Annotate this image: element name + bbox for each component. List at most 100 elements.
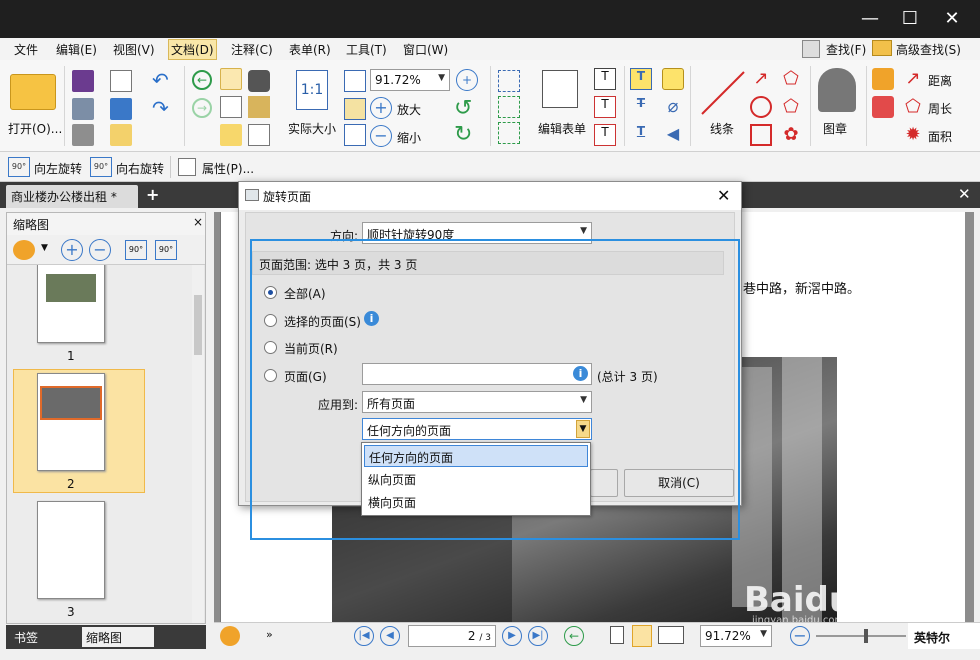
new-tab-icon[interactable]: + <box>146 185 159 204</box>
open-folder-icon[interactable] <box>10 74 56 110</box>
zoom-in-icon[interactable]: + <box>370 97 392 119</box>
annotation-select-icon[interactable] <box>220 124 242 146</box>
tab-bookmarks[interactable]: 书签 <box>8 627 80 647</box>
settings-gear-icon[interactable] <box>220 626 240 646</box>
fit-page-icon[interactable] <box>344 70 366 92</box>
select-text-icon[interactable] <box>220 96 242 118</box>
edit-form-icon[interactable] <box>542 70 578 108</box>
distance-label[interactable]: 距离 <box>928 72 952 89</box>
stamp-icon[interactable] <box>818 68 856 112</box>
next-page-icon[interactable]: ▶ <box>502 626 522 646</box>
rectangle-icon[interactable] <box>750 124 772 146</box>
polygon-icon[interactable]: ⬠ <box>780 96 802 118</box>
tab-document[interactable]: 商业楼办公楼出租 * <box>6 185 138 208</box>
line-icon[interactable] <box>700 70 746 116</box>
zoom-slider[interactable] <box>816 635 906 637</box>
thumbnail-page-1[interactable] <box>37 265 105 343</box>
paste-icon[interactable] <box>248 96 270 118</box>
advanced-find-button[interactable]: 高级查找(S) <box>896 41 961 58</box>
area-label[interactable]: 面积 <box>928 128 952 145</box>
line-label[interactable]: 线条 <box>710 120 734 137</box>
tab-thumbnails[interactable]: 缩略图 <box>82 627 154 647</box>
rotate-left-button[interactable]: 向左旋转 <box>34 160 82 177</box>
rotate-left-icon[interactable]: 90° <box>8 157 30 177</box>
menu-edit[interactable]: 编辑(E) <box>56 41 97 58</box>
eraser-icon[interactable] <box>872 96 894 118</box>
menu-document[interactable]: 文档(D) <box>168 39 217 60</box>
rotate-right-button[interactable]: 向右旋转 <box>116 160 164 177</box>
zoom-in-label[interactable]: 放大 <box>397 101 421 118</box>
chevron-down-icon[interactable]: ▼ <box>41 243 48 253</box>
single-page-icon[interactable] <box>610 626 624 644</box>
highlight-text-icon[interactable]: T <box>630 68 652 90</box>
zoom-magnifier-icon[interactable]: + <box>456 69 478 91</box>
strikeout-icon[interactable]: T <box>630 96 652 118</box>
pencil-icon[interactable] <box>872 68 894 90</box>
menu-tools[interactable]: 工具(T) <box>346 41 387 58</box>
rotate-ccw-icon[interactable]: ↺ <box>454 96 472 121</box>
minimize-button[interactable]: — <box>850 6 890 32</box>
thumbnail-scrollbar[interactable] <box>192 265 204 623</box>
underline-icon[interactable]: T <box>630 124 652 146</box>
thumbnail-page-2[interactable] <box>37 373 105 471</box>
double-chevron-icon[interactable]: » <box>266 628 273 641</box>
page-input[interactable]: 2 / 3 <box>408 625 496 647</box>
gear-icon[interactable] <box>13 240 35 260</box>
zoom-out-icon[interactable]: − <box>370 125 392 147</box>
scan-icon[interactable] <box>110 98 132 120</box>
menu-window[interactable]: 窗口(W) <box>403 41 448 58</box>
scrollbar-thumb[interactable] <box>194 295 202 355</box>
hand-tool-icon[interactable] <box>220 68 242 90</box>
page-icon[interactable] <box>248 124 270 146</box>
text-box-icon[interactable] <box>498 70 520 92</box>
back-icon[interactable]: ← <box>564 626 584 646</box>
properties-button[interactable]: 属性(P)... <box>202 160 254 177</box>
perimeter-label[interactable]: 周长 <box>928 100 952 117</box>
find-button[interactable]: 查找(F) <box>826 41 866 58</box>
thumb-zoom-out-icon[interactable]: − <box>89 239 111 261</box>
fit-width-icon[interactable] <box>344 98 366 120</box>
export-icon[interactable] <box>72 124 94 146</box>
zoom-out-label[interactable]: 缩小 <box>397 129 421 146</box>
panel-close-icon[interactable]: × <box>193 215 203 229</box>
continuous-page-icon[interactable] <box>632 625 652 647</box>
dialog-close-icon[interactable]: ✕ <box>717 186 730 205</box>
attachment-icon[interactable]: ⌀ <box>662 96 684 118</box>
save-icon[interactable] <box>72 70 94 92</box>
menu-comment[interactable]: 注释(C) <box>231 41 273 58</box>
close-button[interactable]: ✕ <box>932 6 972 32</box>
undo-icon[interactable]: ↶ <box>152 68 169 92</box>
polyline-icon[interactable]: ⬠ <box>780 68 802 90</box>
zoom-slider-handle[interactable] <box>864 629 868 643</box>
rotate-right-icon[interactable]: 90° <box>90 157 112 177</box>
thumb-zoom-in-icon[interactable]: + <box>61 239 83 261</box>
maximize-button[interactable]: ☐ <box>890 6 930 32</box>
print-icon[interactable] <box>72 98 94 120</box>
zoom-combo[interactable]: 91.72% ▼ <box>370 69 450 91</box>
menu-form[interactable]: 表单(R) <box>289 41 331 58</box>
edit-form-label[interactable]: 编辑表单 <box>538 120 586 137</box>
menu-file[interactable]: 文件 <box>14 41 38 58</box>
add-form-icon[interactable] <box>498 122 520 144</box>
menu-view[interactable]: 视图(V) <box>113 41 155 58</box>
sound-icon[interactable]: ◀ <box>662 124 684 146</box>
thumbnail-page-3[interactable] <box>37 501 105 599</box>
stamp-label[interactable]: 图章 <box>823 120 847 137</box>
actual-size-icon[interactable]: 1:1 <box>296 70 328 110</box>
email-icon[interactable] <box>110 70 132 92</box>
distance-icon[interactable]: ↗ <box>902 68 924 90</box>
ellipse-icon[interactable] <box>750 96 772 118</box>
status-zoom-out-icon[interactable]: − <box>790 626 810 646</box>
thumb-rotate-right-icon[interactable]: 90° <box>155 240 177 260</box>
redo-icon[interactable]: ↷ <box>152 96 169 120</box>
snapshot-icon[interactable] <box>248 70 270 92</box>
facing-page-icon[interactable] <box>658 626 684 644</box>
forward-icon[interactable]: → <box>192 98 212 118</box>
perimeter-icon[interactable]: ⬠ <box>902 96 924 118</box>
first-page-icon[interactable]: |◀ <box>354 626 374 646</box>
status-zoom-combo[interactable]: 91.72% ▼ <box>700 625 772 647</box>
area-icon[interactable]: ✹ <box>902 124 924 146</box>
add-field-icon[interactable] <box>498 96 520 118</box>
back-icon[interactable]: ← <box>192 70 212 90</box>
new-icon[interactable] <box>110 124 132 146</box>
